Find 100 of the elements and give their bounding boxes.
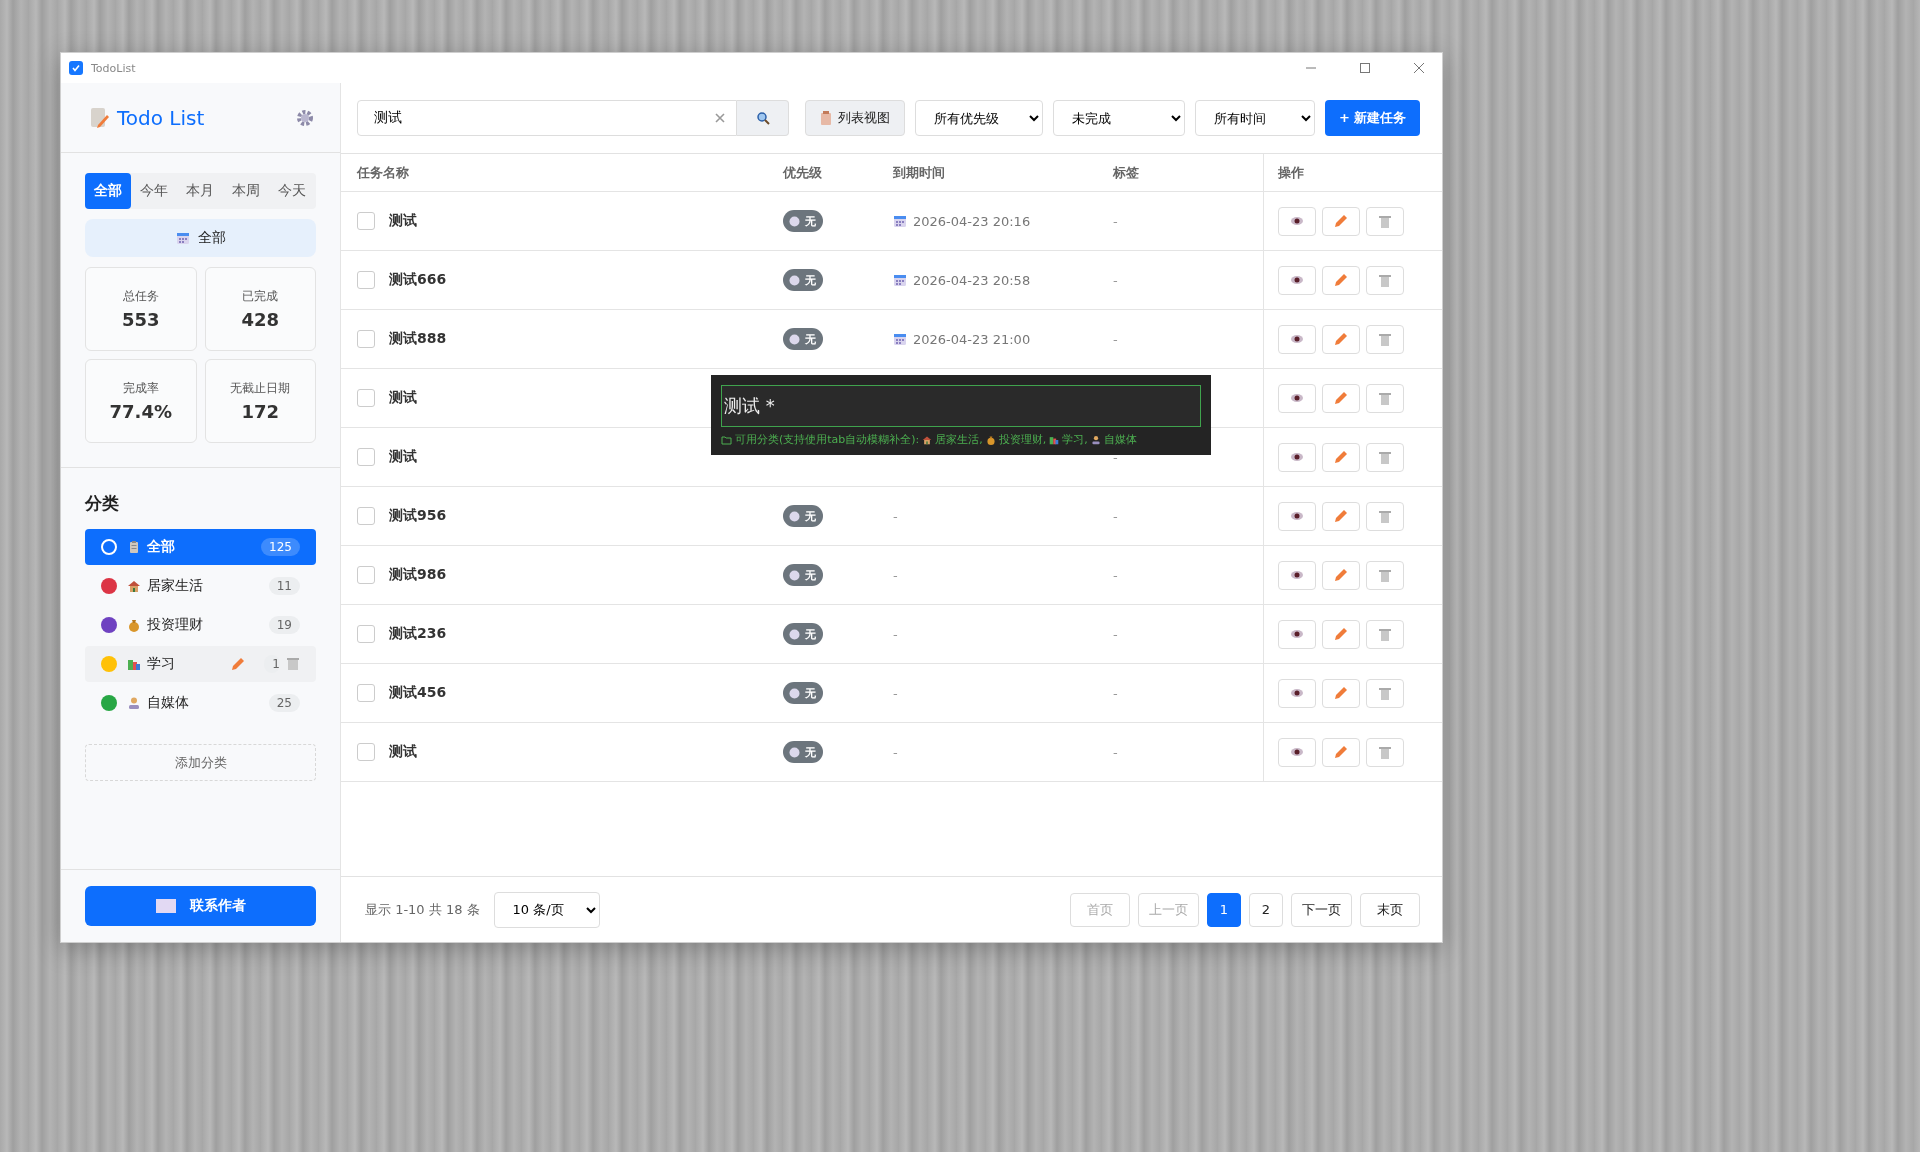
eye-icon [1290,334,1304,344]
trash-icon [286,657,300,671]
edit-button[interactable] [1322,324,1360,354]
task-checkbox[interactable] [357,212,375,230]
task-checkbox[interactable] [357,684,375,702]
edit-icon [1334,391,1348,405]
column-header: 任务名称 [357,163,409,182]
edit-button[interactable] [1322,678,1360,708]
add-category-button[interactable]: 添加分类 [85,744,316,781]
delete-button[interactable] [1366,442,1404,472]
time-tab[interactable]: 全部 [85,173,131,209]
due-date: - [893,508,898,524]
delete-button[interactable] [1366,619,1404,649]
category-item[interactable]: 居家生活 11 [85,568,316,604]
task-checkbox[interactable] [357,566,375,584]
page-button[interactable]: 2 [1249,892,1283,927]
calendar-icon [893,332,907,346]
time-tab[interactable]: 本月 [177,173,223,209]
task-checkbox[interactable] [357,625,375,643]
edit-icon [1334,273,1348,287]
search-field[interactable]: 测试 [357,100,737,136]
view-button[interactable] [1278,737,1316,767]
page-button[interactable]: 1 [1207,892,1241,927]
status-select[interactable]: 未完成 [1053,100,1185,136]
view-button[interactable] [1278,619,1316,649]
count-badge: 19 [268,616,300,634]
edit-button[interactable] [1322,737,1360,767]
delete-button[interactable] [1366,678,1404,708]
trash-icon [1379,391,1391,405]
tag-cell: - [1113,272,1118,288]
stat-label: 无截止日期 [230,380,291,397]
envelope-icon [155,899,176,913]
eye-icon [1290,570,1304,580]
edit-button[interactable] [1322,265,1360,295]
priority-select[interactable]: 所有优先级 [915,100,1043,136]
view-button[interactable] [1278,442,1316,472]
category-item[interactable]: 学习 1 [85,646,316,682]
category-item[interactable]: 全部 125 [85,529,316,565]
view-button[interactable] [1278,560,1316,590]
column-header: 标签 [1113,163,1139,182]
view-button[interactable] [1278,324,1316,354]
view-button[interactable] [1278,678,1316,708]
delete-button[interactable] [1366,560,1404,590]
priority-badge: 无 [783,269,823,291]
view-button[interactable] [1278,265,1316,295]
calendar-icon [175,231,190,245]
task-checkbox[interactable] [357,448,375,466]
delete-button[interactable] [1366,206,1404,236]
trash-icon [1379,273,1391,287]
books-icon [1049,434,1060,445]
edit-icon [1334,568,1348,582]
task-checkbox[interactable] [357,271,375,289]
contact-button[interactable]: 联系作者 [85,886,316,926]
category-item[interactable]: 自媒体 25 [85,685,316,721]
time-select[interactable]: 所有时间 [1195,100,1315,136]
edit-button[interactable] [1322,442,1360,472]
view-toggle-button[interactable]: 列表视图 [805,100,905,136]
stat-value: 172 [241,401,280,422]
task-checkbox[interactable] [357,330,375,348]
edit-button[interactable] [1322,560,1360,590]
edit-icon [1334,509,1348,523]
edit-button[interactable] [1322,619,1360,649]
stat-value: 553 [121,309,160,330]
category-name: 居家生活 [147,577,204,595]
task-name: 测试236 [389,625,447,643]
category-name: 学习 [147,655,176,673]
delete-button[interactable] [1366,501,1404,531]
view-button[interactable] [1278,206,1316,236]
category-item[interactable]: 投资理财 19 [85,607,316,643]
new-task-button[interactable]: + 新建任务 [1325,100,1421,136]
task-checkbox[interactable] [357,743,375,761]
due-date: 2026-04-23 20:16 [893,213,1031,229]
tag-cell: - [1113,685,1118,701]
clipboard-icon [127,540,141,554]
delete-button[interactable] [1366,383,1404,413]
due-date: - [893,626,898,642]
edit-button[interactable] [1322,206,1360,236]
view-button[interactable] [1278,501,1316,531]
last-page-button[interactable]: 末页 [1360,892,1420,927]
delete-button[interactable] [1366,737,1404,767]
time-tab[interactable]: 今年 [131,173,177,209]
eye-icon [1290,747,1304,757]
next-page-button[interactable]: 下一页 [1291,892,1352,927]
edit-button[interactable] [1322,501,1360,531]
view-button[interactable] [1278,383,1316,413]
maximize-icon [1360,63,1370,73]
quick-add-field[interactable]: 测试 * [721,385,1201,427]
task-checkbox[interactable] [357,389,375,407]
search-button[interactable] [737,100,789,136]
time-tab[interactable]: 今天 [269,173,315,209]
task-name: 测试456 [389,684,447,702]
delete-button[interactable] [1366,324,1404,354]
delete-button[interactable] [1366,265,1404,295]
edit-button[interactable] [1322,383,1360,413]
page-size-select[interactable]: 10 条/页 [493,891,600,928]
memo-icon [89,106,109,129]
time-tab[interactable]: 本周 [223,173,269,209]
priority-badge: 无 [783,623,823,645]
scope-button[interactable]: 全部 [85,219,316,257]
task-checkbox[interactable] [357,507,375,525]
